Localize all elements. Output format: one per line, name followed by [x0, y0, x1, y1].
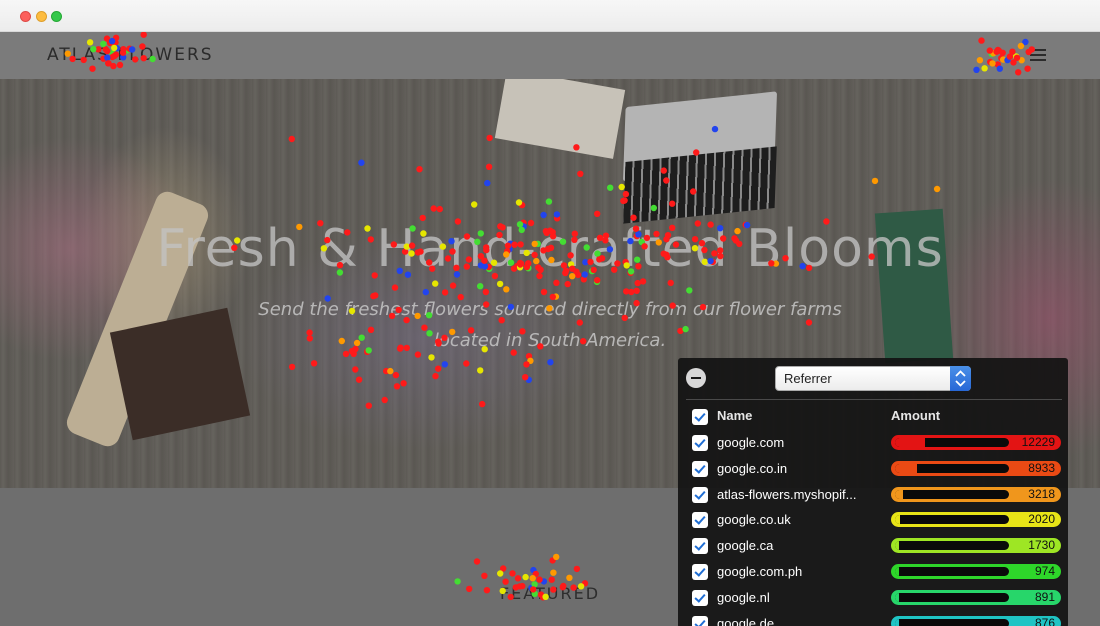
table-row[interactable]: google.de 876	[678, 612, 1068, 626]
amount-bar-fill	[895, 515, 900, 525]
table-row[interactable]: google.co.in 8933	[678, 457, 1068, 483]
heatmap-click-dot	[522, 573, 529, 581]
table-row[interactable]: google.ca 1730	[678, 534, 1068, 560]
referrer-name: google.nl	[717, 589, 770, 605]
chevron-up-down-icon	[950, 366, 971, 391]
referrer-name: google.co.uk	[717, 512, 791, 528]
row-checkbox[interactable]	[692, 589, 708, 606]
heatmap-click-dot	[549, 557, 556, 564]
minimize-window-button[interactable]	[36, 11, 47, 22]
row-checkbox[interactable]	[692, 486, 708, 503]
site-header: ATLAS FLOWERS	[0, 32, 1100, 79]
site-logo[interactable]: ATLAS FLOWERS	[47, 45, 214, 65]
table-row[interactable]: google.com.ph 974	[678, 560, 1068, 586]
amount-bar-track	[895, 463, 1009, 473]
amount-bar-fill	[895, 618, 899, 626]
window-titlebar	[0, 0, 1100, 32]
referrer-name: atlas-flowers.myshopif...	[717, 486, 857, 502]
heatmap-click-dot	[548, 576, 555, 583]
heatmap-click-dot	[550, 569, 557, 576]
browser-viewport: ATLAS FLOWERS Fresh & Hand-crafted Bloom…	[0, 32, 1100, 626]
row-checkbox[interactable]	[692, 460, 708, 477]
referrer-amount: 12229	[1021, 435, 1055, 449]
amount-bar-track	[895, 489, 1009, 499]
heatmap-click-dot	[553, 553, 560, 561]
amount-bar-fill	[895, 567, 899, 576]
referrer-name: google.co.in	[717, 460, 788, 476]
referrer-amount: 2020	[1028, 512, 1055, 527]
minus-circle-icon[interactable]	[686, 368, 706, 388]
amount-bar-track	[895, 515, 1009, 525]
referrer-name: google.com.ph	[717, 564, 803, 579]
amount-bar-track	[895, 438, 1009, 447]
heatmap-click-dot	[514, 575, 522, 582]
amount-bar-fill	[895, 541, 900, 551]
table-row[interactable]: google.co.uk 2020	[678, 508, 1068, 534]
referrer-name: google.de	[717, 615, 775, 626]
referrer-amount: 891	[1034, 589, 1055, 604]
close-window-button[interactable]	[20, 11, 31, 22]
referrer-name: google.ca	[717, 538, 774, 554]
hero-subtitle: Send the freshest flowers sourced direct…	[0, 294, 1100, 356]
referrer-amount: 876	[1034, 615, 1055, 626]
amount-bar-fill	[895, 592, 899, 602]
amount-bar: 876	[891, 615, 1061, 626]
amount-bar-track	[895, 592, 1009, 602]
select-all-checkbox[interactable]	[692, 409, 708, 425]
amount-bar-track	[895, 567, 1009, 576]
row-checkbox[interactable]	[692, 435, 708, 451]
heatmap-click-dot	[509, 570, 516, 577]
amount-bar-fill	[895, 489, 903, 499]
amount-bar: 2020	[891, 512, 1061, 528]
heatmap-click-dot	[573, 565, 581, 573]
column-header-name[interactable]: Name	[717, 408, 752, 423]
amount-bar: 1730	[891, 538, 1061, 554]
referrer-amount: 8933	[1028, 460, 1055, 475]
heatmap-click-dot	[536, 576, 543, 583]
amount-bar-track	[895, 618, 1009, 626]
amount-bar: 12229	[891, 435, 1061, 450]
amount-bar-fill	[895, 438, 925, 447]
referrer-panel: Referrer Name Amount google.com 12229 goog…	[678, 358, 1068, 626]
heatmap-click-dot	[500, 565, 507, 572]
maximize-window-button[interactable]	[51, 11, 62, 22]
heatmap-click-dot	[532, 570, 539, 578]
row-checkbox[interactable]	[692, 615, 708, 626]
amount-bar: 891	[891, 589, 1061, 605]
hero-photo-notebook	[494, 79, 626, 159]
column-header-amount[interactable]: Amount	[891, 408, 940, 423]
panel-divider	[686, 399, 1062, 400]
amount-bar: 8933	[891, 460, 1061, 476]
amount-bar: 974	[891, 564, 1061, 579]
heatmap-click-dot	[473, 558, 481, 565]
table-row[interactable]: atlas-flowers.myshopif... 3218	[678, 483, 1068, 509]
amount-bar-track	[895, 541, 1009, 551]
hero-subtitle-line-1: Send the freshest flowers sourced direct…	[258, 299, 842, 320]
heatmap-click-dot	[530, 566, 537, 574]
heatmap-click-dot	[481, 572, 488, 579]
amount-bar-fill	[895, 463, 917, 473]
referrer-select[interactable]: Referrer	[775, 366, 971, 391]
hero-title: Fresh & Hand-crafted Blooms	[156, 219, 944, 279]
heatmap-click-dot	[566, 574, 573, 581]
referrer-name: google.com	[717, 435, 785, 450]
table-row[interactable]: google.nl 891	[678, 586, 1068, 612]
heatmap-click-dot	[497, 570, 504, 577]
referrer-amount: 3218	[1028, 486, 1055, 501]
heatmap-click-dot	[529, 575, 536, 582]
referrer-amount: 1730	[1028, 538, 1055, 553]
amount-bar: 3218	[891, 486, 1061, 502]
table-row[interactable]: google.com 12229	[678, 431, 1068, 457]
row-checkbox[interactable]	[692, 512, 708, 529]
row-checkbox[interactable]	[692, 564, 708, 580]
hero-subtitle-line-2: located in South America.	[433, 330, 667, 351]
menu-icon[interactable]	[1028, 45, 1048, 65]
referrer-amount: 974	[1034, 564, 1055, 578]
row-checkbox[interactable]	[692, 538, 708, 555]
referrer-select-value: Referrer	[784, 371, 832, 386]
